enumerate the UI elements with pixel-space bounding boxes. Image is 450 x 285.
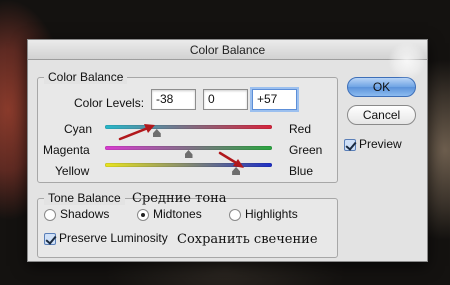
cyan-red-level-field[interactable]: -38	[151, 89, 196, 110]
midtones-label: Midtones	[153, 207, 202, 221]
midtones-radio[interactable]: Midtones	[137, 207, 202, 221]
color-balance-group: Color Balance Color Levels: -38 0 +57 Cy…	[37, 70, 338, 183]
magenta-green-level-field[interactable]: 0	[203, 89, 248, 110]
yellow-blue-annotation-arrow	[218, 151, 244, 168]
yellow-label: Yellow	[55, 164, 90, 178]
light-glare	[388, 42, 426, 80]
color-levels-label: Color Levels:	[74, 96, 145, 110]
midtones-annotation: Средние тона	[132, 191, 227, 206]
highlights-radio[interactable]: Highlights	[229, 207, 298, 221]
tone-balance-group: Tone Balance Shadows Midtones Highlights…	[37, 191, 338, 258]
preview-checkbox[interactable]: Preview	[344, 137, 402, 151]
ok-button[interactable]: OK	[347, 77, 416, 97]
highlights-radio-button[interactable]	[229, 208, 241, 221]
preview-label: Preview	[359, 137, 402, 151]
highlights-label: Highlights	[245, 207, 298, 221]
color-balance-group-title: Color Balance	[44, 70, 128, 84]
preserve-annotation: Сохранить свечение	[177, 232, 318, 247]
red-label: Red	[289, 122, 312, 136]
magenta-label: Magenta	[43, 143, 90, 157]
dialog-title: Color Balance	[28, 40, 427, 60]
green-label: Green	[289, 143, 323, 157]
yellow-blue-level-field[interactable]: +57	[252, 89, 297, 110]
shadows-radio-button[interactable]	[44, 208, 56, 221]
preserve-luminosity-check[interactable]	[44, 232, 56, 245]
preview-check[interactable]	[344, 138, 356, 151]
preserve-luminosity-label: Preserve Luminosity	[59, 231, 168, 245]
tone-balance-group-title: Tone Balance	[44, 191, 125, 205]
magenta-green-slider-thumb[interactable]	[184, 150, 193, 158]
cyan-red-annotation-arrow	[118, 124, 155, 141]
cancel-button[interactable]: Cancel	[347, 105, 416, 125]
cyan-label: Cyan	[64, 122, 93, 136]
color-balance-dialog: Color Balance Color Balance Color Levels…	[27, 39, 428, 262]
shadows-label: Shadows	[60, 207, 110, 221]
magenta-green-slider[interactable]	[105, 146, 272, 150]
blue-label: Blue	[289, 164, 314, 178]
shadows-radio[interactable]: Shadows	[44, 207, 109, 221]
midtones-radio-button[interactable]	[137, 208, 149, 221]
preserve-luminosity-checkbox[interactable]: Preserve Luminosity	[44, 231, 168, 245]
